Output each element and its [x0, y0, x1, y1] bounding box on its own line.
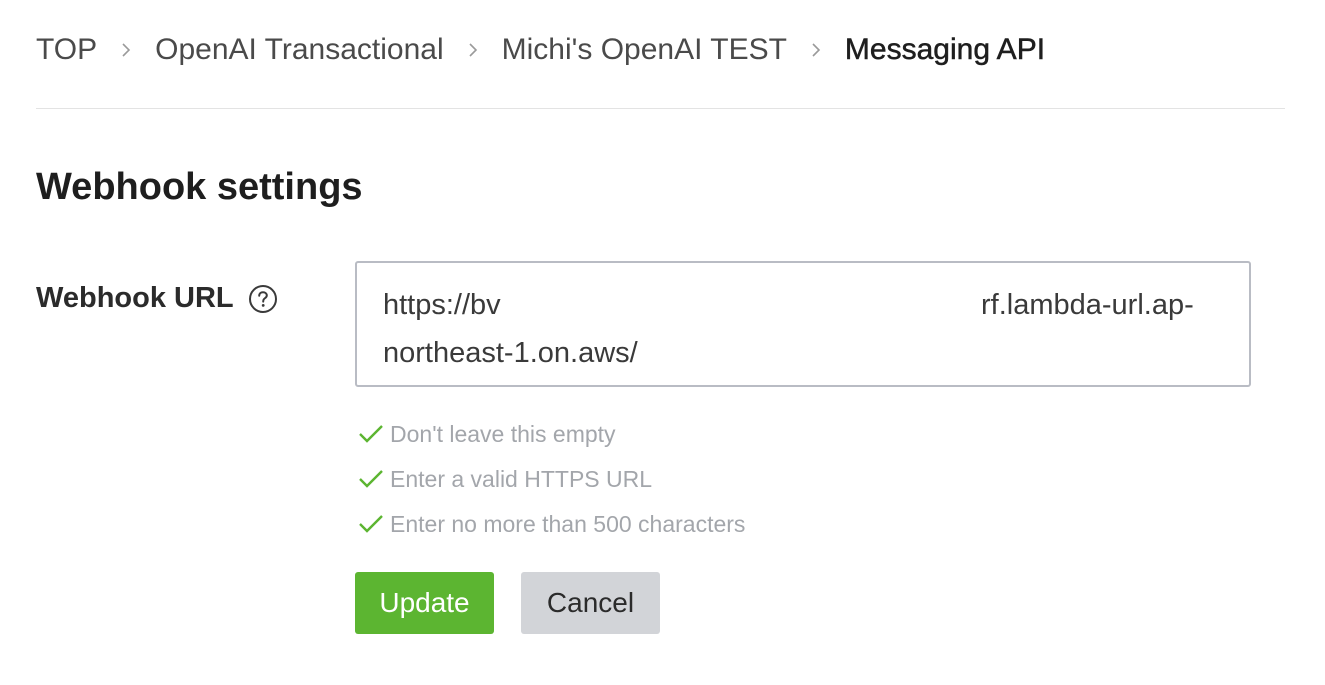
- breadcrumb-item-provider[interactable]: OpenAI Transactional: [155, 33, 444, 67]
- chevron-right-icon: [119, 43, 133, 57]
- check-icon: [359, 515, 383, 533]
- question-circle-icon[interactable]: [248, 284, 278, 314]
- validation-item: Enter a valid HTTPS URL: [358, 461, 745, 497]
- chevron-right-icon: [466, 43, 480, 57]
- section-title: Webhook settings: [36, 166, 363, 208]
- validation-text: Enter no more than 500 characters: [390, 510, 746, 537]
- check-icon: [359, 425, 383, 443]
- webhook-url-text-start: https://bv: [383, 289, 501, 321]
- breadcrumb: TOP OpenAI Transactional Michi's OpenAI …: [36, 28, 1045, 72]
- update-button[interactable]: Update: [355, 572, 494, 634]
- validation-text: Enter a valid HTTPS URL: [390, 465, 653, 492]
- webhook-url-line-1: https://bv rf.lambda-url.ap-: [383, 281, 1223, 329]
- validation-item: Don't leave this empty: [358, 416, 745, 452]
- validation-item: Enter no more than 500 characters: [358, 506, 745, 542]
- breadcrumb-item-top[interactable]: TOP: [36, 33, 97, 67]
- validation-text: Don't leave this empty: [390, 420, 616, 447]
- cancel-button[interactable]: Cancel: [521, 572, 660, 634]
- check-icon: [359, 470, 383, 488]
- divider: [36, 108, 1285, 109]
- chevron-right-icon: [809, 43, 823, 57]
- webhook-url-label: Webhook URL: [36, 282, 234, 314]
- breadcrumb-item-current: Messaging API: [844, 33, 1046, 67]
- validation-list: Don't leave this empty Enter a valid HTT…: [358, 416, 745, 551]
- webhook-settings-page: TOP OpenAI Transactional Michi's OpenAI …: [0, 0, 1325, 685]
- breadcrumb-item-channel[interactable]: Michi's OpenAI TEST: [502, 33, 787, 67]
- webhook-url-label-group: Webhook URL: [36, 282, 278, 315]
- webhook-url-input[interactable]: https://bv rf.lambda-url.ap- northeast-1…: [355, 261, 1251, 387]
- webhook-url-text-end: rf.lambda-url.ap-: [981, 289, 1194, 321]
- webhook-url-line-2: northeast-1.on.aws/: [383, 337, 638, 369]
